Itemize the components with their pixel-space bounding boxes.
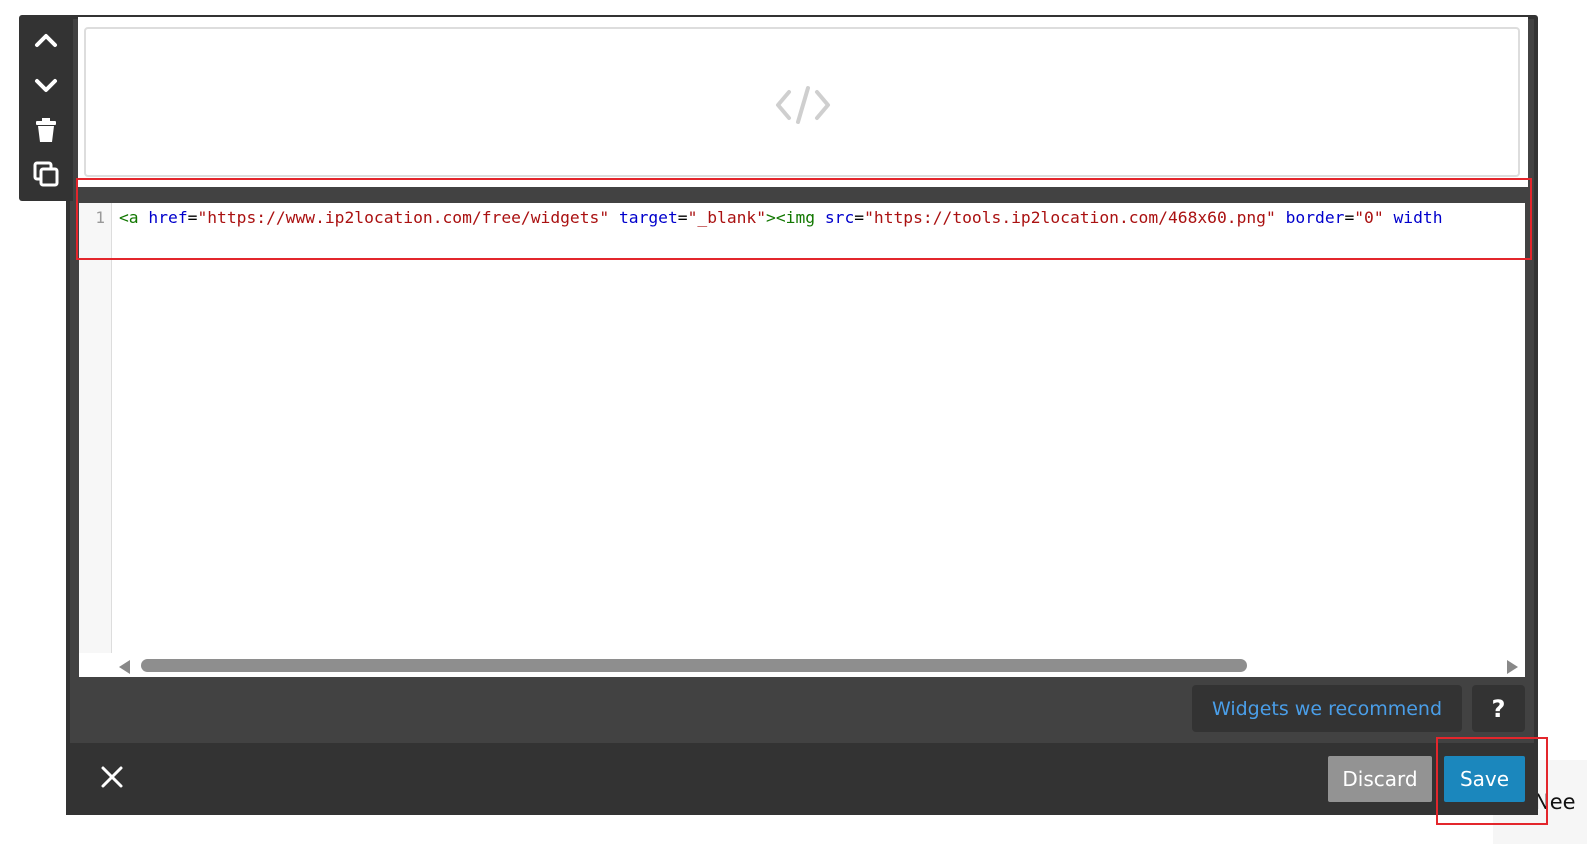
widgets-we-recommend-button[interactable]: Widgets we recommend <box>1192 685 1462 732</box>
code-token: width <box>1393 208 1443 227</box>
code-token: "_blank" <box>687 208 767 227</box>
page-bleed-text: Nee <box>1534 790 1576 814</box>
discard-button[interactable]: Discard <box>1328 756 1432 802</box>
move-up-button[interactable] <box>32 26 60 54</box>
scroll-left-arrow-icon[interactable] <box>119 660 130 674</box>
duplicate-icon <box>33 161 59 187</box>
move-down-button[interactable] <box>32 71 60 99</box>
scrollbar-thumb[interactable] <box>141 659 1247 672</box>
scroll-right-arrow-icon[interactable] <box>1507 660 1518 674</box>
code-token: = <box>1344 208 1355 227</box>
code-token: = <box>854 208 865 227</box>
chevron-up-icon <box>35 34 57 47</box>
code-token: src <box>824 208 855 227</box>
code-token: = <box>677 208 688 227</box>
code-editor[interactable]: 1 <a href="https://www.ip2location.com/f… <box>79 203 1525 677</box>
code-token: = <box>187 208 198 227</box>
trash-icon <box>36 118 56 142</box>
code-token: "0" <box>1354 208 1384 227</box>
code-token: <a <box>119 208 139 227</box>
code-icon <box>776 86 830 124</box>
save-button[interactable]: Save <box>1444 756 1525 802</box>
code-token: ><img <box>766 208 816 227</box>
code-line[interactable]: <a href="https://www.ip2location.com/fre… <box>119 207 1524 229</box>
code-token: href <box>148 208 188 227</box>
chevron-down-icon <box>35 79 57 92</box>
editor-footer: Discard Save <box>66 743 1538 815</box>
code-token: "https://www.ip2location.com/free/widget… <box>197 208 610 227</box>
help-button[interactable]: ? <box>1472 685 1525 732</box>
delete-button[interactable] <box>32 116 60 144</box>
horizontal-scrollbar[interactable] <box>79 653 1525 677</box>
code-token: target <box>618 208 678 227</box>
block-toolbar <box>19 15 73 201</box>
close-icon[interactable] <box>100 765 124 789</box>
code-token: "https://tools.ip2location.com/468x60.pn… <box>864 208 1276 227</box>
line-number: 1 <box>95 208 105 227</box>
duplicate-button[interactable] <box>32 160 60 188</box>
line-number-gutter: 1 <box>79 203 112 653</box>
code-token: border <box>1285 208 1345 227</box>
